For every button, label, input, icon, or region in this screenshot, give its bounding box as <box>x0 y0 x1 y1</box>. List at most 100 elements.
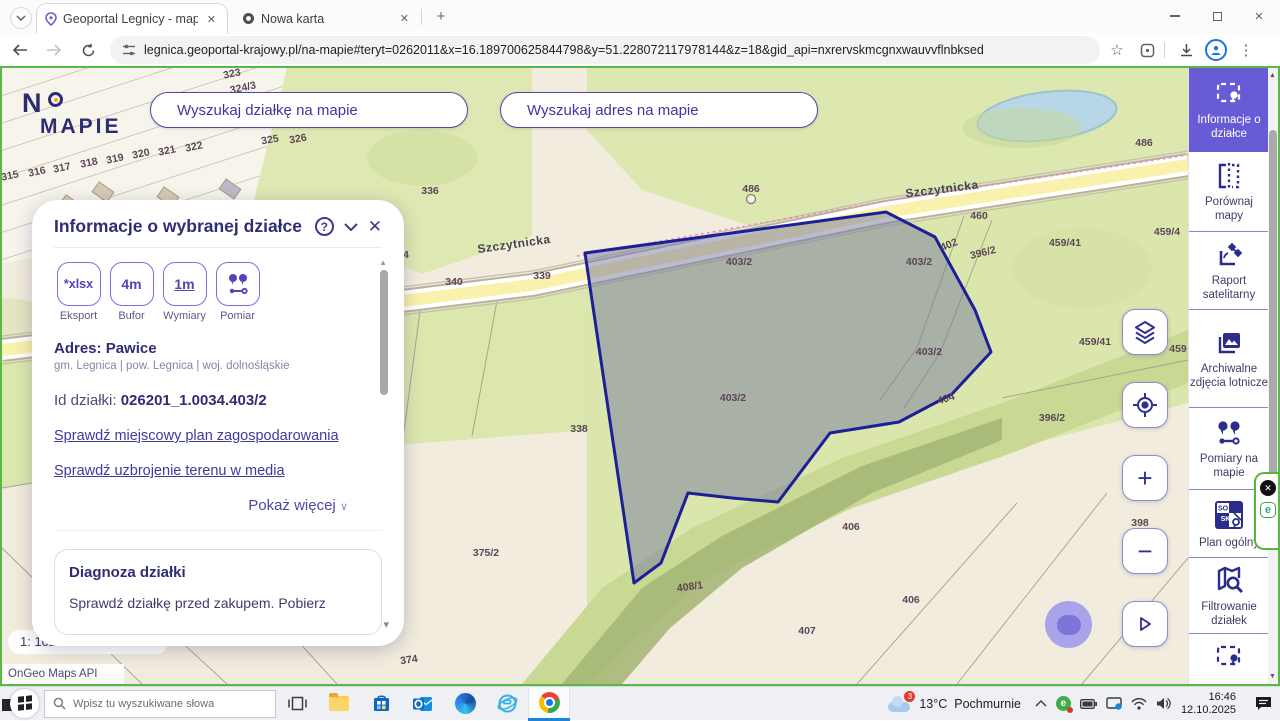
tools-sidebar: Informacje o działce Porównaj mapy Rapor… <box>1188 68 1268 684</box>
volume-icon[interactable] <box>1156 697 1171 710</box>
map-label: 323 <box>222 66 242 81</box>
sidebar-scrollbar[interactable]: ▲ ▼ <box>1268 68 1278 684</box>
tab-geoportal[interactable]: Geoportal Legnicy - mapa dział ✕ <box>36 3 228 34</box>
tray-expand-icon[interactable] <box>1035 700 1047 707</box>
diagnosis-card[interactable]: Diagnoza działki Sprawdź działkę przed z… <box>54 549 382 635</box>
taskbar-search-input[interactable]: Wpisz tu wyszukiwane słowa <box>44 690 276 718</box>
eset-logo-icon[interactable]: e <box>1260 502 1276 518</box>
map-label: 404 <box>936 391 956 408</box>
tablet-device-icon[interactable] <box>1106 697 1122 710</box>
help-icon[interactable]: ? <box>315 217 334 236</box>
export-tool-button[interactable]: *xlsx Eksport <box>52 262 105 322</box>
store-icon <box>372 694 391 713</box>
map-label: Szczytnicka <box>477 232 552 256</box>
parcel-select-icon <box>1214 642 1244 672</box>
panel-scrollbar-thumb[interactable] <box>380 270 388 395</box>
site-logo[interactable]: N MAPIE <box>22 88 122 139</box>
download-icon[interactable] <box>1173 37 1199 63</box>
dimensions-tool-button[interactable]: 1m Wymiary <box>158 262 211 322</box>
tab-search-button[interactable] <box>10 7 32 29</box>
chrome-button[interactable] <box>528 687 570 721</box>
panel-close-icon[interactable]: ✕ <box>368 217 382 237</box>
sidebar-item-partial[interactable] <box>1189 634 1269 684</box>
tab-new-tab[interactable]: Nowa karta ✕ <box>234 3 420 34</box>
window-controls: ✕ <box>1154 0 1280 32</box>
layers-button[interactable] <box>1122 309 1168 355</box>
file-explorer-button[interactable] <box>318 687 360 721</box>
microsoft-store-button[interactable] <box>360 687 402 721</box>
sidebar-item-porownaj-mapy[interactable]: Porównaj mapy <box>1189 152 1269 232</box>
windows-taskbar: Wpisz tu wyszukiwane słowa 3 <box>0 686 1280 720</box>
sidebar-item-archiwalne-zdjecia[interactable]: Archiwalne zdjęcia lotnicze <box>1189 310 1269 408</box>
search-parcel-input[interactable]: Wyszukaj działkę na mapie <box>150 92 468 128</box>
sidebar-item-filtrowanie-dzialek[interactable]: Filtrowanie działek <box>1189 558 1269 634</box>
task-view-button[interactable] <box>276 687 318 721</box>
tab-close-icon[interactable]: ✕ <box>204 13 219 26</box>
sidebar-item-informacje-o-dzialce[interactable]: Informacje o działce <box>1189 68 1269 152</box>
zoning-plan-link[interactable]: Sprawdź miejscowy plan zagospodarowania <box>54 428 382 444</box>
panel-scroll-up-icon[interactable]: ▲ <box>379 258 387 267</box>
chat-widget-button[interactable] <box>1045 601 1092 648</box>
scroll-down-icon[interactable]: ▼ <box>1269 673 1276 680</box>
weather-widget[interactable]: 3 13°C Pochmurnie <box>888 695 1021 713</box>
menu-kebab-icon[interactable]: ⋮ <box>1233 37 1259 63</box>
utilities-link[interactable]: Sprawdź uzbrojenie terenu w media <box>54 463 382 479</box>
internet-explorer-button[interactable] <box>486 687 528 721</box>
panel-scroll-down-icon[interactable]: ▾ <box>383 618 389 631</box>
map-label: 374 <box>399 653 418 667</box>
taskbar-clock[interactable]: 16:46 12.10.2025 <box>1181 691 1236 717</box>
zoom-in-button[interactable]: + <box>1122 455 1168 501</box>
url-bar[interactable]: legnica.geoportal-krajowy.pl/na-mapie#te… <box>110 36 1100 64</box>
clock-time: 16:46 <box>1181 691 1236 704</box>
forward-button[interactable] <box>40 36 68 64</box>
scroll-up-icon[interactable]: ▲ <box>1269 72 1276 79</box>
measure-pins-icon <box>225 272 251 296</box>
edge-button[interactable] <box>444 687 486 721</box>
outlook-button[interactable] <box>402 687 444 721</box>
weather-cloud-icon: 3 <box>888 695 912 713</box>
general-plan-icon: SO SK <box>1212 498 1246 532</box>
weather-desc: Pochmurnie <box>954 697 1021 711</box>
close-window-button[interactable]: ✕ <box>1238 0 1280 32</box>
profile-avatar[interactable] <box>1203 37 1229 63</box>
parcel-info-icon <box>1214 79 1244 109</box>
address-row: Adres: Pawice <box>54 340 382 357</box>
wifi-icon[interactable] <box>1131 698 1147 710</box>
weather-temp: 13°C <box>919 697 947 711</box>
site-info-icon[interactable] <box>122 44 136 56</box>
battery-icon[interactable] <box>1080 699 1097 709</box>
map-label: 338 <box>570 423 588 435</box>
map-label: 403/2 <box>906 256 932 268</box>
url-text[interactable]: legnica.geoportal-krajowy.pl/na-mapie#te… <box>144 43 1088 57</box>
street-view-button[interactable] <box>1122 601 1168 647</box>
bookmark-star-icon[interactable]: ☆ <box>1104 37 1130 63</box>
tab-close-icon[interactable]: ✕ <box>397 12 412 25</box>
panel-title: Informacje o wybranej działce <box>54 216 305 237</box>
zoom-out-button[interactable]: − <box>1122 528 1168 574</box>
clock-date: 12.10.2025 <box>1181 704 1236 717</box>
sidebar-item-raport-satelitarny[interactable]: Raport satelitarny <box>1189 232 1269 310</box>
reload-button[interactable] <box>74 36 102 64</box>
new-tab-button[interactable]: + <box>432 8 450 26</box>
eset-tray-icon[interactable]: e <box>1056 696 1071 711</box>
extensions-icon[interactable] <box>1134 37 1160 63</box>
map-label: 317 <box>52 160 72 175</box>
sidebar-scrollbar-thumb[interactable] <box>1269 130 1277 490</box>
map-label: 396/2 <box>1039 412 1065 424</box>
collapse-chevron-icon[interactable] <box>344 223 358 231</box>
locate-button[interactable] <box>1122 382 1168 428</box>
filter-parcels-icon <box>1213 564 1245 596</box>
back-button[interactable] <box>6 36 34 64</box>
map-label: 320 <box>131 146 151 161</box>
map-label: 325 <box>260 133 279 148</box>
minimize-button[interactable] <box>1154 0 1196 32</box>
action-center-button[interactable] <box>1246 687 1280 721</box>
maximize-button[interactable] <box>1196 0 1238 32</box>
show-more-button[interactable]: Pokaż więcej ∨ <box>54 497 382 514</box>
eset-close-icon[interactable]: ✕ <box>1260 480 1276 496</box>
buffer-tool-button[interactable]: 4m Bufor <box>105 262 158 322</box>
search-address-input[interactable]: Wyszukaj adres na mapie <box>500 92 818 128</box>
start-button[interactable] <box>0 687 44 721</box>
divider <box>54 530 382 531</box>
measure-tool-button[interactable]: Pomiar <box>211 262 264 322</box>
